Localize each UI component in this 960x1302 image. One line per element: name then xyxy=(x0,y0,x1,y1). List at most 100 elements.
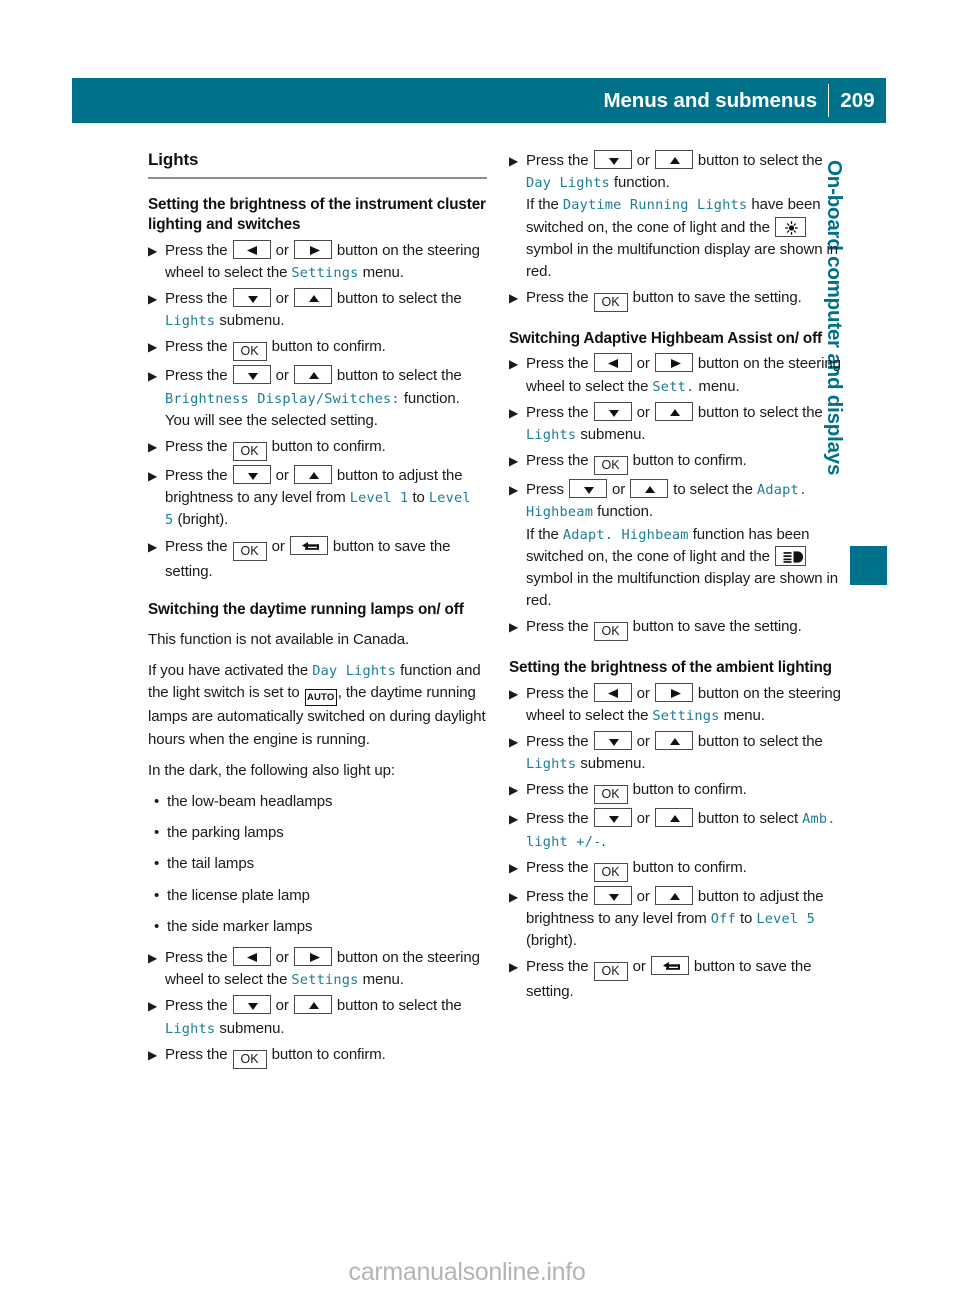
step-text: Press the xyxy=(165,467,228,484)
step-or: or xyxy=(632,958,646,976)
step-arrow-icon: ▶ xyxy=(509,783,519,798)
step-text-end: function. xyxy=(597,503,653,521)
step-note: You will see the selected setting. xyxy=(165,411,378,429)
list-item-label: the tail lamps xyxy=(167,855,254,873)
step-text: Press the xyxy=(526,403,589,421)
display-text: Adapt. Highbeam xyxy=(562,526,689,543)
back-button-icon xyxy=(289,535,328,555)
step-text: Press the xyxy=(526,152,589,169)
step-or: or xyxy=(275,241,289,259)
step-or: or xyxy=(275,367,289,385)
left-arrow-button-icon xyxy=(232,946,271,966)
step-arrow-icon: ▶ xyxy=(509,357,519,372)
left-arrow-button-icon xyxy=(232,239,271,259)
step-text-end: button to confirm. xyxy=(271,438,386,455)
step-text: Press the xyxy=(165,948,228,966)
down-arrow-button-icon xyxy=(232,288,271,308)
step-text: Press the xyxy=(526,887,589,905)
step-or: or xyxy=(612,481,626,499)
step-arrow-icon: ▶ xyxy=(509,291,519,306)
step-arrow-icon: ▶ xyxy=(509,454,519,469)
step-text: Press the xyxy=(165,241,228,259)
page-header-bar: Menus and submenus 209 xyxy=(72,78,886,123)
step-text-end: button to confirm. xyxy=(271,1045,386,1063)
paragraph-canada-note: This function is not available in Canada… xyxy=(148,631,410,649)
step-item: ▶ Press the or button to select the Day … xyxy=(509,150,848,283)
back-button-icon xyxy=(650,956,689,976)
ok-button-icon: OK xyxy=(232,541,267,561)
up-arrow-button-icon xyxy=(654,401,693,421)
step-text-end: function. xyxy=(613,174,670,192)
step-item: ▶ Press the OK button to save the settin… xyxy=(509,287,848,313)
step-text-end: (bright). xyxy=(526,932,577,950)
step-arrow-icon: ▶ xyxy=(509,812,519,827)
down-arrow-button-icon xyxy=(593,731,632,751)
step-text-end: . xyxy=(601,832,606,850)
step-item: ▶ Press the or button to select Amb. lig… xyxy=(509,808,848,852)
up-arrow-button-icon xyxy=(654,150,693,169)
down-arrow-button-icon xyxy=(593,885,632,905)
step-text: Press the xyxy=(526,618,589,636)
ok-button-icon: OK xyxy=(232,1049,267,1069)
step-arrow-icon: ▶ xyxy=(509,735,519,750)
step-text: Press the xyxy=(165,438,228,455)
step-or: or xyxy=(636,684,650,702)
step-text-end: button to confirm. xyxy=(632,781,747,799)
bullet-dot-icon: • xyxy=(154,855,160,873)
step-or: or xyxy=(275,290,289,308)
step-text-cont: button to select the xyxy=(336,290,462,308)
step-text-end: menu. xyxy=(362,263,404,281)
step-text-end: button to confirm. xyxy=(271,338,386,356)
step-or: or xyxy=(275,467,289,484)
step-or: or xyxy=(636,810,650,828)
step-text-end: submenu. xyxy=(580,755,646,773)
step-text-end: button to confirm. xyxy=(632,452,747,470)
display-text: Daytime Running Lights xyxy=(562,197,748,214)
ok-button-icon: OK xyxy=(593,785,628,805)
step-or: or xyxy=(636,887,650,905)
step-arrow-icon: ▶ xyxy=(509,686,519,701)
step-text-cont: button to select the xyxy=(697,733,823,751)
step-text: Press the xyxy=(526,733,589,751)
list-item: • the tail lamps xyxy=(148,853,487,875)
list-item-label: the parking lamps xyxy=(167,824,284,842)
step-text-cont: to select the xyxy=(673,481,753,499)
chapter-tab-marker xyxy=(850,546,887,585)
up-arrow-button-icon xyxy=(654,808,693,828)
display-text: Settings xyxy=(652,707,720,724)
step-arrow-icon: ▶ xyxy=(509,405,519,420)
step-note-end: symbol in the multifunction display are … xyxy=(526,569,839,610)
bullet-dot-icon: • xyxy=(154,793,160,811)
display-text-level-from: Level 1 xyxy=(349,490,409,507)
step-text: Press the xyxy=(526,958,589,976)
step-arrow-icon: ▶ xyxy=(509,860,519,875)
up-arrow-button-icon xyxy=(293,365,332,385)
down-arrow-button-icon xyxy=(593,150,632,169)
display-text-level-to: Level 5 xyxy=(756,911,816,927)
step-text-end: function. xyxy=(403,389,460,407)
step-text-cont: button to select the xyxy=(697,152,823,169)
step-note-text: If the xyxy=(526,525,559,543)
display-text: Day Lights xyxy=(312,663,397,680)
step-arrow-icon: ▶ xyxy=(148,539,158,554)
bullet-dot-icon: • xyxy=(154,886,160,904)
list-item-label: the low-beam headlamps xyxy=(167,793,333,811)
list-item: • the low-beam headlamps xyxy=(148,791,487,813)
step-arrow-icon: ▶ xyxy=(148,340,158,355)
step-item: ▶ Press the or button to select the Brig… xyxy=(148,365,487,432)
step-text-cont: button to select the xyxy=(336,367,462,385)
step-text-to: to xyxy=(739,910,753,927)
subsection-heading-daytime-lamps: Switching the daytime running lamps on/ … xyxy=(148,600,464,618)
down-arrow-button-icon xyxy=(593,401,632,421)
down-arrow-button-icon xyxy=(568,479,607,499)
display-text: Settings xyxy=(291,264,359,281)
paragraph-day-lights: If you have activated the Day Lights fun… xyxy=(148,660,487,751)
step-item: ▶ Press the OK button to confirm. xyxy=(509,779,848,805)
display-text: Lights xyxy=(526,427,577,444)
step-arrow-icon: ▶ xyxy=(148,369,158,384)
up-arrow-button-icon xyxy=(654,731,693,751)
step-text: Press the xyxy=(526,452,589,470)
right-arrow-button-icon xyxy=(654,682,693,702)
site-watermark: carmanualsonline.info xyxy=(348,1258,586,1286)
step-text-cont: button to select the xyxy=(336,997,462,1015)
